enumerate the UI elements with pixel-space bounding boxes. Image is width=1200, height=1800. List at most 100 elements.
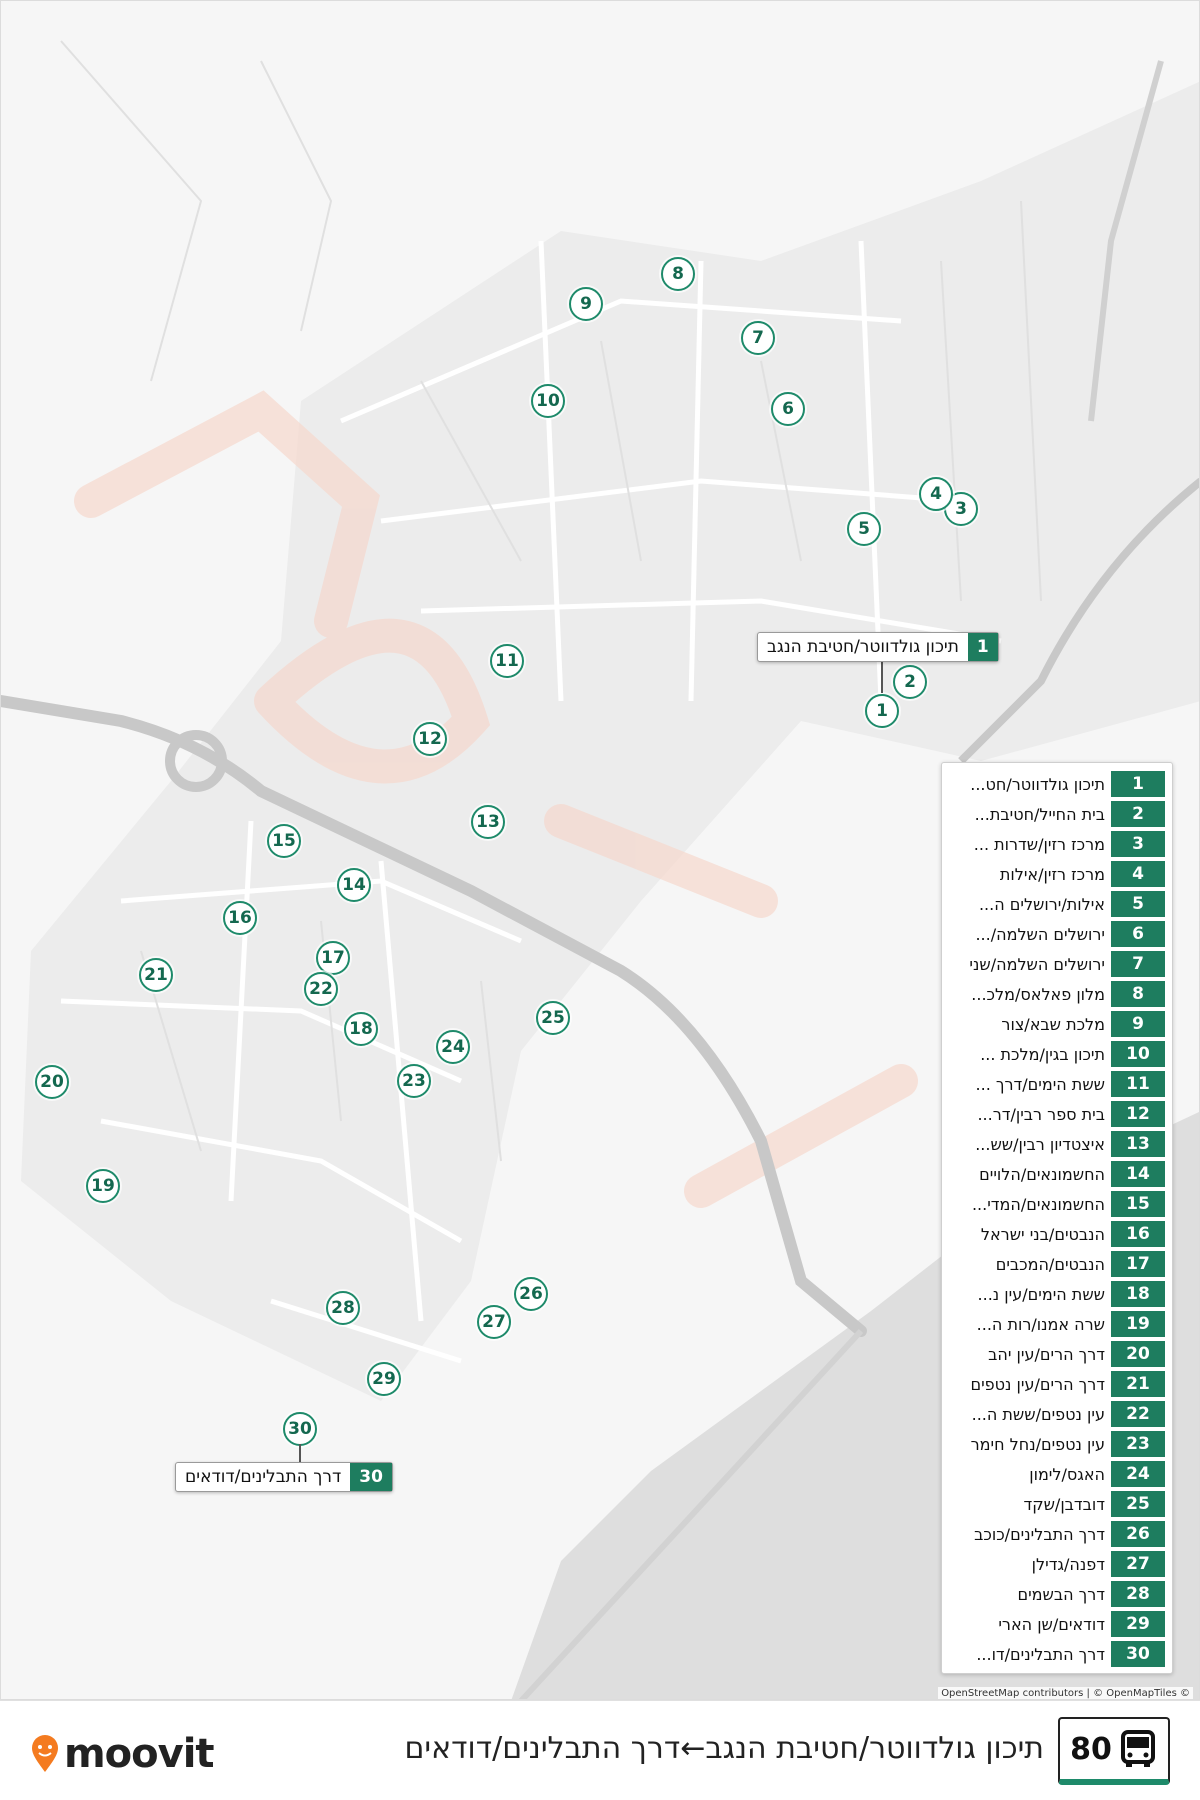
- stop-list-name: איצטדיון רבין/שש...: [975, 1134, 1105, 1154]
- stop-marker-27[interactable]: 27: [477, 1305, 511, 1339]
- stop-marker-5[interactable]: 5: [847, 512, 881, 546]
- stop-list-number: 19: [1111, 1311, 1165, 1337]
- stop-list-name: דרך הבשמים: [1017, 1584, 1105, 1604]
- stop-list-number: 2: [1111, 801, 1165, 827]
- stop-marker-22[interactable]: 22: [304, 972, 338, 1006]
- stop-list-name: מלכת שבא/צור: [1001, 1014, 1105, 1034]
- footer: moovit תיכון גולדווטר/חטיבת הנגב←דרך התב…: [0, 1700, 1200, 1800]
- stop-marker-4[interactable]: 4: [919, 477, 953, 511]
- stop-list-item[interactable]: 24 האגס/לימון: [949, 1459, 1165, 1489]
- page: 1 2 3 4 5 6 7 8 9 10 11 12 13 14 15 16 1…: [0, 0, 1200, 1800]
- stop-list-name: תיכון גולדווטר/חט...: [970, 774, 1105, 794]
- stop-list-item[interactable]: 7 ירושלים השלמה/שני: [949, 949, 1165, 979]
- stop-marker-13[interactable]: 13: [471, 805, 505, 839]
- stop-marker-30[interactable]: 30: [283, 1412, 317, 1446]
- stop-list-item[interactable]: 9 מלכת שבא/צור: [949, 1009, 1165, 1039]
- stop-list-item[interactable]: 21 דרך הרים/עין נטפים: [949, 1369, 1165, 1399]
- stop-list-item[interactable]: 11 ששת הימים/דרך ...: [949, 1069, 1165, 1099]
- first-stop-callout-name: תיכון גולדווטר/חטיבת הנגב: [767, 637, 959, 657]
- stop-list-name: דרך הרים/עין יהב: [988, 1344, 1105, 1364]
- stop-list-name: דודאים/שן הארי: [998, 1614, 1105, 1634]
- stop-list-item[interactable]: 20 דרך הרים/עין יהב: [949, 1339, 1165, 1369]
- stop-list-number: 29: [1111, 1611, 1165, 1637]
- stop-marker-2[interactable]: 2: [893, 665, 927, 699]
- map[interactable]: 1 2 3 4 5 6 7 8 9 10 11 12 13 14 15 16 1…: [0, 0, 1200, 1700]
- stop-list-item[interactable]: 26 דרך התבלינים/כוכב: [949, 1519, 1165, 1549]
- stop-list-item[interactable]: 3 מרכז רזין/שדרות ...: [949, 829, 1165, 859]
- stop-list-number: 4: [1111, 861, 1165, 887]
- stop-marker-29[interactable]: 29: [367, 1362, 401, 1396]
- stop-marker-24[interactable]: 24: [436, 1030, 470, 1064]
- stop-marker-21[interactable]: 21: [139, 958, 173, 992]
- stop-list-number: 25: [1111, 1491, 1165, 1517]
- stop-list-name: דרך הרים/עין נטפים: [970, 1374, 1105, 1394]
- last-stop-callout-name: דרך התבלינים/דודאים: [185, 1467, 342, 1487]
- stop-list-number: 5: [1111, 891, 1165, 917]
- first-stop-callout[interactable]: 1 תיכון גולדווטר/חטיבת הנגב: [757, 632, 999, 662]
- stop-list-item[interactable]: 18 ששת הימים/עין נ...: [949, 1279, 1165, 1309]
- brand-logo[interactable]: moovit: [30, 1731, 215, 1777]
- stop-list-item[interactable]: 13 איצטדיון רבין/שש...: [949, 1129, 1165, 1159]
- stop-list-item[interactable]: 16 הנבטים/בני ישראל: [949, 1219, 1165, 1249]
- stop-list-item[interactable]: 27 דפנה/גדילן: [949, 1549, 1165, 1579]
- stop-marker-14[interactable]: 14: [337, 868, 371, 902]
- stop-list-item[interactable]: 6 ירושלים השלמה/...: [949, 919, 1165, 949]
- stop-marker-1[interactable]: 1: [865, 694, 899, 728]
- stop-list-name: ששת הימים/עין נ...: [977, 1284, 1105, 1304]
- stop-list-item[interactable]: 4 מרכז רזין/אילות: [949, 859, 1165, 889]
- stop-list-item[interactable]: 8 מלון פאלאס/מלכ...: [949, 979, 1165, 1009]
- stop-marker-9[interactable]: 9: [569, 287, 603, 321]
- stop-list-name: דרך התבלינים/דו...: [976, 1644, 1105, 1664]
- stop-list-item[interactable]: 22 עין נטפים/ששת ה...: [949, 1399, 1165, 1429]
- stop-list-number: 11: [1111, 1071, 1165, 1097]
- stop-marker-6[interactable]: 6: [771, 392, 805, 426]
- first-callout-stem: [881, 661, 883, 693]
- stop-marker-26[interactable]: 26: [514, 1277, 548, 1311]
- stop-list-number: 13: [1111, 1131, 1165, 1157]
- stop-list-item[interactable]: 12 בית ספר רבין/דר...: [949, 1099, 1165, 1129]
- stop-list-item[interactable]: 10 תיכון בגין/מלכת ...: [949, 1039, 1165, 1069]
- stop-list-name: בית החייל/חטיבת...: [974, 804, 1105, 824]
- last-stop-callout[interactable]: 30 דרך התבלינים/דודאים: [175, 1462, 393, 1492]
- stop-marker-8[interactable]: 8: [661, 257, 695, 291]
- stop-list-name: החשמונאים/הלויים: [979, 1164, 1105, 1184]
- stop-marker-18[interactable]: 18: [344, 1012, 378, 1046]
- stop-list-item[interactable]: 1 תיכון גולדווטר/חט...: [949, 769, 1165, 799]
- stop-marker-7[interactable]: 7: [741, 321, 775, 355]
- stop-marker-17[interactable]: 17: [316, 941, 350, 975]
- stop-list-number: 27: [1111, 1551, 1165, 1577]
- stop-list-name: האגס/לימון: [1029, 1464, 1105, 1484]
- brand-name: moovit: [64, 1731, 215, 1777]
- stop-list-item[interactable]: 23 עין נטפים/נחל חימר: [949, 1429, 1165, 1459]
- last-stop-callout-number: 30: [350, 1463, 392, 1491]
- stop-list: 1 תיכון גולדווטר/חט... 2 בית החייל/חטיבת..…: [941, 762, 1173, 1674]
- stop-marker-20[interactable]: 20: [35, 1065, 69, 1099]
- stop-list-number: 28: [1111, 1581, 1165, 1607]
- stop-marker-10[interactable]: 10: [531, 384, 565, 418]
- stop-marker-28[interactable]: 28: [326, 1291, 360, 1325]
- stop-list-name: מלון פאלאס/מלכ...: [971, 984, 1105, 1004]
- stop-marker-25[interactable]: 25: [536, 1001, 570, 1035]
- moovit-pin-icon: [32, 1735, 58, 1772]
- stop-list-item[interactable]: 5 אילות/ירושלים ה...: [949, 889, 1165, 919]
- stop-list-item[interactable]: 19 שרה אמנו/רות ה...: [949, 1309, 1165, 1339]
- stop-marker-11[interactable]: 11: [490, 644, 524, 678]
- stop-marker-23[interactable]: 23: [397, 1064, 431, 1098]
- stop-list-item[interactable]: 28 דרך הבשמים: [949, 1579, 1165, 1609]
- stop-marker-12[interactable]: 12: [413, 722, 447, 756]
- stop-list-name: שרה אמנו/רות ה...: [976, 1314, 1105, 1334]
- stop-list-item[interactable]: 15 החשמונאים/המדי...: [949, 1189, 1165, 1219]
- stop-list-number: 16: [1111, 1221, 1165, 1247]
- stop-list-item[interactable]: 30 דרך התבלינים/דו...: [949, 1639, 1165, 1669]
- stop-list-item[interactable]: 17 הנבטים/המכבים: [949, 1249, 1165, 1279]
- map-attribution[interactable]: OpenStreetMap contributors | © OpenMapTi…: [938, 1687, 1193, 1699]
- stop-marker-19[interactable]: 19: [86, 1169, 120, 1203]
- last-callout-stem: [299, 1444, 301, 1462]
- stop-list-item[interactable]: 2 בית החייל/חטיבת...: [949, 799, 1165, 829]
- stop-list-item[interactable]: 14 החשמונאים/הלויים: [949, 1159, 1165, 1189]
- stop-list-item[interactable]: 25 דובדבן/שקד: [949, 1489, 1165, 1519]
- stop-marker-15[interactable]: 15: [267, 824, 301, 858]
- stop-marker-16[interactable]: 16: [223, 901, 257, 935]
- stop-list-item[interactable]: 29 דודאים/שן הארי: [949, 1609, 1165, 1639]
- route-title: תיכון גולדווטר/חטיבת הנגב←דרך התבלינים/ד…: [404, 1731, 1044, 1766]
